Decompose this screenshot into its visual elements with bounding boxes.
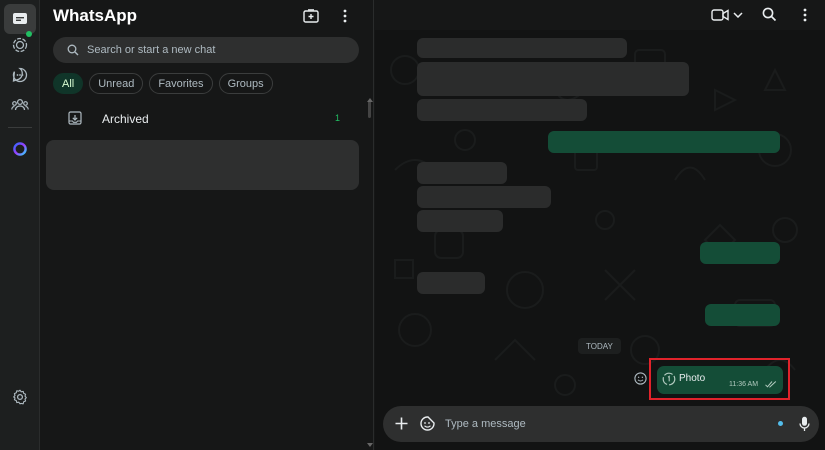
menu-icon — [803, 8, 807, 22]
chats-icon — [13, 13, 27, 24]
chat-list-menu-button[interactable] — [334, 6, 356, 26]
video-call-button[interactable] — [711, 6, 747, 24]
message-incoming[interactable] — [417, 272, 485, 294]
conversation-header — [375, 0, 825, 30]
archive-icon — [68, 111, 82, 125]
new-chat-button[interactable] — [300, 6, 322, 26]
status-icon — [12, 37, 28, 53]
plus-icon[interactable] — [395, 417, 408, 430]
chat-list-panel: WhatsApp Search or start a new chat All … — [40, 0, 374, 450]
message-time: 11:36 AM — [729, 381, 759, 388]
video-call-icon — [711, 9, 729, 21]
filter-groups[interactable]: Groups — [218, 73, 273, 94]
message-incoming[interactable] — [417, 210, 503, 232]
search-icon — [762, 7, 777, 22]
archived-count: 1 — [335, 113, 341, 123]
message-composer: Type a message — [383, 406, 819, 442]
filter-unread[interactable]: Unread — [89, 73, 144, 94]
search-placeholder: Search or start a new chat — [87, 44, 216, 56]
meta-ai-icon — [13, 142, 27, 156]
message-photo-view-once[interactable]: Photo 11:36 AM — [657, 366, 783, 394]
chat-list-scrollbar[interactable] — [368, 100, 371, 118]
sticker-icon[interactable] — [420, 416, 435, 431]
message-outgoing[interactable] — [705, 304, 780, 326]
message-incoming[interactable] — [417, 162, 507, 184]
filter-chips: All Unread Favorites Groups — [53, 73, 273, 94]
conversation-pane: TODAY Photo 11:36 AM Type a message — [375, 0, 825, 450]
rail-channels-button[interactable] — [4, 60, 36, 90]
message-incoming[interactable] — [417, 99, 587, 121]
double-check-icon — [765, 381, 777, 388]
date-divider: TODAY — [578, 338, 621, 354]
mic-icon[interactable] — [799, 416, 810, 432]
search-input[interactable]: Search or start a new chat — [53, 37, 359, 63]
rail-meta-ai-button[interactable] — [4, 134, 36, 164]
archived-label: Archived — [102, 112, 149, 126]
left-rail — [0, 0, 40, 450]
menu-icon — [343, 9, 347, 23]
message-incoming[interactable] — [417, 186, 551, 208]
rail-settings-button[interactable] — [4, 382, 36, 412]
channels-icon — [12, 67, 28, 83]
chevron-down-icon — [733, 12, 743, 18]
rail-divider — [8, 127, 32, 128]
status-badge — [26, 31, 32, 37]
message-label: Photo — [679, 373, 706, 384]
whatsapp-window: WhatsApp Search or start a new chat All … — [0, 0, 825, 450]
app-title: WhatsApp — [53, 6, 138, 25]
rail-status-button[interactable] — [4, 30, 36, 60]
typing-indicator-dot — [778, 421, 783, 426]
emoji-react-icon[interactable] — [634, 372, 647, 385]
gear-icon — [13, 389, 27, 405]
search-icon — [67, 44, 79, 56]
conversation-menu-button[interactable] — [803, 8, 807, 27]
message-input[interactable]: Type a message — [445, 418, 526, 430]
message-incoming[interactable] — [417, 38, 627, 58]
archived-row[interactable]: Archived 1 — [40, 104, 374, 134]
filter-all[interactable]: All — [53, 73, 84, 94]
conversation-search-button[interactable] — [762, 7, 777, 27]
chat-list-item[interactable] — [46, 140, 359, 190]
new-chat-icon — [303, 9, 319, 23]
scroll-up-icon[interactable] — [367, 98, 373, 102]
scroll-down-icon[interactable] — [367, 443, 373, 447]
message-outgoing[interactable] — [548, 131, 780, 153]
message-incoming[interactable] — [417, 62, 689, 96]
view-once-icon — [662, 372, 676, 386]
filter-favorites[interactable]: Favorites — [149, 73, 213, 94]
rail-communities-button[interactable] — [4, 90, 36, 120]
message-outgoing[interactable] — [700, 242, 780, 264]
communities-icon — [11, 98, 29, 111]
